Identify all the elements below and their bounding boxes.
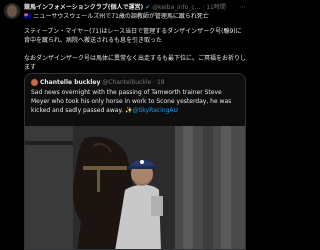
verified-badge-icon: ✔ [145, 4, 151, 11]
trainer-horse-photo [25, 126, 245, 249]
mention-link[interactable]: @SkyRacingAU [132, 107, 177, 114]
quoted-name[interactable]: Chantelle buckley [40, 79, 100, 86]
tweet-text-line1: 🇦🇺 ニューサウスウェールズ州で71歳の調教師が管理馬に蹴られ死亡 [24, 13, 209, 20]
timestamp[interactable]: 11時間 [206, 4, 226, 11]
tweet-header: 競馬インフォメーションクラブ(個人で運営) ✔ @keiba_info_c...… [24, 3, 246, 12]
author-handle[interactable]: @keiba_info_c... [152, 4, 200, 11]
quoted-tweet[interactable]: Chantelle buckley @Chantelbuckle · 18 Sa… [24, 73, 246, 250]
quoted-time[interactable]: 18 [157, 79, 165, 86]
quoted-photo[interactable] [25, 126, 245, 249]
separator: · [202, 4, 205, 11]
author-avatar[interactable] [4, 3, 20, 19]
user-avatar-icon[interactable] [31, 79, 38, 86]
author-name[interactable]: 競馬インフォメーションクラブ(個人で運営) [24, 4, 143, 11]
tweet-text-line3: なおダンザインザーク号は馬体に異常なく出走するも最下位に。ご冥福をお祈りします [24, 55, 247, 71]
quoted-text: Sad news overnight with the passing of T… [31, 88, 239, 115]
tweet-text-line2: スティーブン・マイヤー(71)はレース当日で管理するダンザインザーク号(騸9)に… [24, 28, 242, 44]
more-options-icon[interactable]: ⋯ [239, 3, 246, 12]
quoted-dot: · [153, 79, 156, 86]
avatar-face-icon [7, 5, 17, 17]
tweet: 競馬インフォメーションクラブ(個人で運営) ✔ @keiba_info_c...… [0, 0, 250, 250]
quoted-header: Chantelle buckley @Chantelbuckle · 18 [31, 78, 165, 87]
quoted-handle[interactable]: @Chantelbuckle [102, 79, 151, 86]
